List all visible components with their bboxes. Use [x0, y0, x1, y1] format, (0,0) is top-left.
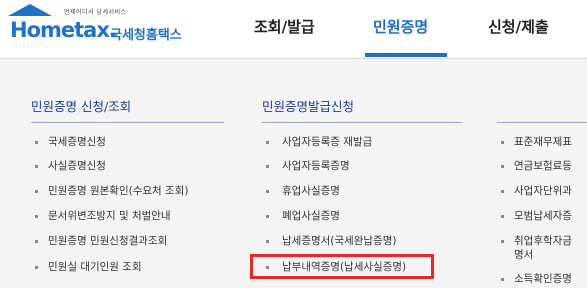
bullet-icon — [501, 240, 504, 243]
menu-item-label: 사실증명신청 — [48, 160, 106, 172]
main-nav: 조회/발급 민원증명 신청/제출 — [0, 0, 587, 58]
menu-item[interactable]: 사업자등록증명 — [262, 158, 457, 174]
menu-item[interactable]: 표준재무제표 — [497, 134, 587, 150]
menu-item[interactable]: 모범납세자증 — [497, 208, 587, 224]
bullet-icon — [35, 165, 38, 168]
menu-item-label: 휴업사실증명 — [282, 185, 340, 197]
menu-item-label: 사업자등록증명 — [282, 160, 350, 172]
bullet-icon — [35, 266, 38, 269]
nav-tab-inquiry-issuance[interactable]: 조회/발급 — [254, 16, 315, 37]
menu-item[interactable]: 문서위변조방지 및 처벌안내 — [31, 208, 221, 224]
active-tab-underline — [365, 53, 447, 57]
menu-item-label: 모범납세자증 — [514, 210, 572, 222]
menu-item-label: 사업자단위과 — [514, 185, 572, 197]
menu-item-label: 민원증명 원본확인(수요처 조회) — [48, 185, 189, 197]
menu-item[interactable]: 민원증명 민원신청결과조회 — [31, 233, 221, 249]
menu-item[interactable]: 민원증명 원본확인(수요처 조회) — [31, 183, 221, 199]
menu-item[interactable]: 폐업사실증명 — [262, 208, 457, 224]
bullet-icon — [501, 278, 504, 281]
menu-item-label: 명서 — [514, 249, 534, 261]
menu-item[interactable]: 사업자단위과 — [497, 183, 587, 199]
menu-item-label: 민원실 대기인원 조회 — [48, 261, 142, 273]
menu-item[interactable]: 휴업사실증명 — [262, 183, 457, 199]
bullet-icon — [35, 215, 38, 218]
top-navigation-bar: 언제어디서 납세서비스 Hometax. 국세청홈택스 조회/발급 민원증명 신… — [0, 0, 587, 59]
menu-item-label: 납세증명서(국세완납증명) — [282, 235, 397, 247]
bullet-icon — [501, 165, 504, 168]
column-title-certificate-issuance: 민원증명발급신청 — [262, 99, 355, 114]
red-highlight-box — [250, 254, 434, 279]
menu-item-label: 폐업사실증명 — [282, 210, 340, 222]
bullet-icon — [266, 190, 269, 193]
bullet-icon — [35, 190, 38, 193]
bullet-icon — [266, 141, 269, 144]
column-divider — [497, 122, 587, 123]
bullet-icon — [266, 165, 269, 168]
menu-item-label: 연금보험료등 — [514, 160, 572, 172]
menu-item[interactable]: 민원실 대기인원 조회 — [31, 259, 221, 275]
menu-item-label: 소득확인증명 — [514, 273, 572, 285]
bullet-icon — [266, 215, 269, 218]
bullet-icon — [266, 240, 269, 243]
column-title-civil-application: 민원증명 신청/조회 — [31, 99, 132, 114]
column-divider — [262, 122, 462, 123]
menu-item-label: 표준재무제표 — [514, 136, 572, 148]
column-divider — [31, 122, 224, 123]
menu-item-label: 민원증명 민원신청결과조회 — [48, 235, 168, 247]
bullet-icon — [501, 215, 504, 218]
menu-item[interactable]: 연금보험료등 — [497, 158, 587, 174]
nav-tab-application-submission[interactable]: 신청/제출 — [488, 16, 549, 37]
menu-item[interactable]: 사실증명신청 — [31, 158, 221, 174]
menu-item[interactable]: 사업자등록증 재발급 — [262, 134, 457, 150]
menu-item-label: 문서위변조방지 및 처벌안내 — [48, 210, 171, 222]
bullet-icon — [35, 141, 38, 144]
bullet-icon — [501, 141, 504, 144]
menu-item[interactable]: 납세증명서(국세완납증명) — [262, 233, 457, 249]
menu-item-continuation: 명서 — [497, 247, 587, 263]
menu-item-label: 국세증명신청 — [48, 136, 106, 148]
menu-item[interactable]: 국세증명신청 — [31, 134, 221, 150]
bullet-icon — [501, 190, 504, 193]
menu-item-label: 사업자등록증 재발급 — [282, 136, 373, 148]
nav-tab-civil-certificate[interactable]: 민원증명 — [373, 16, 428, 37]
menu-item[interactable]: 소득확인증명 — [497, 271, 587, 287]
bullet-icon — [35, 240, 38, 243]
